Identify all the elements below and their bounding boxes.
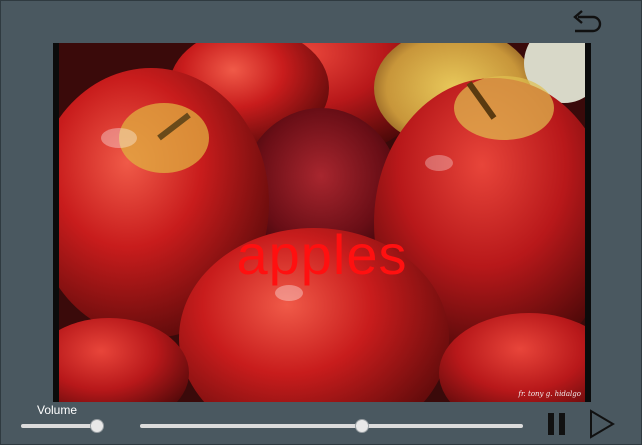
video-display[interactable]: apples fr. tony g. hidalgo bbox=[53, 43, 591, 402]
photo-credit: fr. tony g. hidalgo bbox=[518, 390, 581, 398]
seek-thumb[interactable] bbox=[355, 419, 369, 433]
play-button[interactable] bbox=[587, 408, 617, 440]
pause-button[interactable] bbox=[546, 411, 568, 437]
back-arrow-icon bbox=[573, 10, 602, 33]
caption-word: apples bbox=[236, 223, 408, 286]
player-frame: apples fr. tony g. hidalgo Volume bbox=[0, 0, 642, 445]
volume-slider[interactable] bbox=[21, 419, 104, 433]
back-button[interactable] bbox=[569, 7, 605, 37]
seek-slider[interactable] bbox=[140, 419, 523, 433]
volume-thumb[interactable] bbox=[90, 419, 104, 433]
volume-label: Volume bbox=[37, 403, 78, 417]
play-icon bbox=[590, 409, 615, 439]
